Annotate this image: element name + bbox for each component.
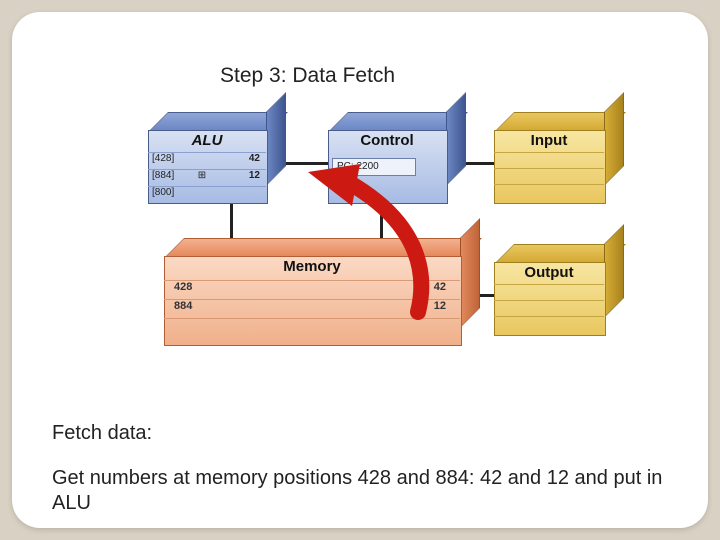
- alu-row-addr: [800]: [148, 187, 192, 203]
- alu-row: [884] ⊞ 12: [148, 169, 266, 186]
- memory-row-val: 12: [234, 300, 460, 318]
- output-label: Output: [494, 262, 604, 281]
- caption-body: Get numbers at memory positions 428 and …: [52, 466, 672, 516]
- memory-row-addr: 884: [164, 300, 234, 318]
- output-row: [494, 300, 604, 317]
- alu-row-addr: [884]: [148, 170, 192, 186]
- program-counter: PC: 2200: [332, 158, 416, 176]
- alu-label: ALU: [148, 130, 266, 149]
- slide-title: Step 3: Data Fetch: [220, 64, 395, 88]
- control-side-face: [446, 92, 466, 186]
- input-row: [494, 184, 604, 201]
- memory-row: 884 12: [164, 299, 460, 318]
- bus-control-input: [464, 162, 494, 165]
- alu-row-val: [212, 187, 266, 203]
- input-row: [494, 168, 604, 185]
- memory-rows: 428 42 884 12: [164, 280, 460, 337]
- alu-row-val: 42: [212, 153, 266, 169]
- caption-heading: Fetch data:: [52, 422, 152, 445]
- bus-alu-memory: [230, 202, 233, 238]
- output-side-face: [604, 224, 624, 318]
- alu-row: [428] 42: [148, 152, 266, 169]
- output-row: [494, 284, 604, 301]
- alu-row: [800]: [148, 186, 266, 203]
- input-side-face: [604, 92, 624, 186]
- bus-control-memory: [380, 202, 383, 238]
- alu-registers: [428] 42 [884] ⊞ 12 [800]: [148, 152, 266, 203]
- control-label: Control: [328, 130, 446, 149]
- memory-row-addr: [164, 319, 234, 337]
- memory-side-face: [460, 218, 480, 328]
- alu-row-val: 12: [212, 170, 266, 186]
- memory-row: [164, 318, 460, 337]
- alu-row-op: ⊞: [192, 170, 212, 186]
- input-row: [494, 152, 604, 169]
- alu-side-face: [266, 92, 286, 186]
- memory-row-addr: 428: [164, 281, 234, 299]
- slide-card: Step 3: Data Fetch ALU [428] 42 [884] ⊞ …: [12, 12, 708, 528]
- input-label: Input: [494, 130, 604, 149]
- output-row: [494, 316, 604, 333]
- memory-top-face: [164, 238, 482, 258]
- memory-label: Memory: [164, 256, 460, 275]
- cpu-diagram: ALU [428] 42 [884] ⊞ 12 [800] Control PC…: [130, 112, 625, 342]
- bus-alu-control: [284, 162, 328, 165]
- memory-row: 428 42: [164, 280, 460, 299]
- alu-row-addr: [428]: [148, 153, 192, 169]
- memory-row-val: [234, 319, 460, 337]
- memory-row-val: 42: [234, 281, 460, 299]
- alu-row-op: [192, 153, 212, 169]
- bus-memory-output: [478, 294, 494, 297]
- alu-row-op: [192, 187, 212, 203]
